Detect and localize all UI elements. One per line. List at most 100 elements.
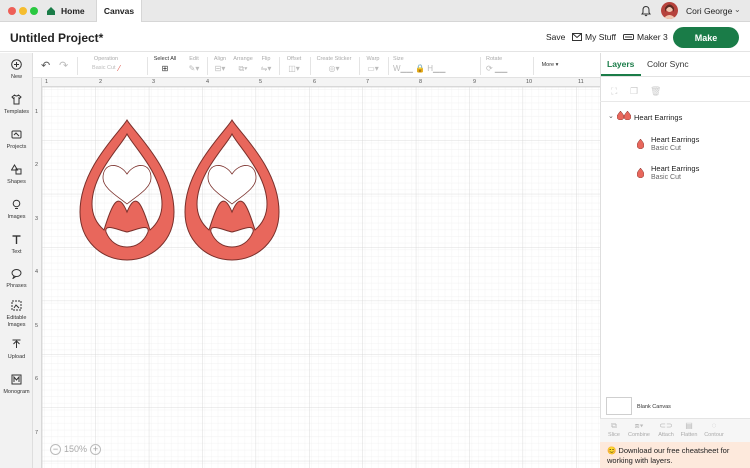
layer-type: Basic Cut	[651, 174, 681, 181]
flatten-label: Flatten	[680, 432, 698, 438]
tab-layers[interactable]: Layers	[607, 59, 634, 69]
chevron-down-icon[interactable]: ⌄	[608, 112, 614, 120]
undo-icon[interactable]: ↶	[41, 59, 50, 72]
layer-group-name[interactable]: Heart Earrings	[634, 113, 682, 122]
ruler-horizontal: 1 2 3 4 5 6 7 8 9 10 11	[33, 78, 600, 87]
ruler-mark: 4	[206, 79, 210, 85]
attach-label: Attach	[658, 432, 674, 438]
more-label: More	[541, 62, 555, 68]
shapes-icon	[10, 164, 22, 175]
sidebar-item-label: Projects	[6, 144, 27, 150]
user-name[interactable]: Cori George	[686, 6, 732, 16]
chevron-down-icon[interactable]: ⌄	[734, 5, 741, 14]
ruler-mark: 3	[152, 79, 156, 85]
warp-button[interactable]: Warp ▭▾	[363, 56, 383, 73]
pen-icon: ⁄	[118, 64, 120, 73]
maximize-window-button[interactable]	[30, 7, 38, 15]
align-button[interactable]: Align ⊟▾	[210, 56, 230, 73]
size-label: Size	[393, 56, 404, 62]
save-button[interactable]: Save	[546, 32, 565, 42]
contour-label: Contour	[704, 432, 724, 438]
select-all-icon: ⊞	[161, 64, 169, 73]
blank-canvas-swatch[interactable]	[606, 397, 632, 415]
ruler-mark: 6	[35, 376, 39, 382]
avatar[interactable]	[661, 2, 678, 19]
zoom-out-button[interactable]: −	[50, 443, 61, 455]
cheatsheet-banner-text[interactable]: 😊 Download our free cheatsheet for worki…	[607, 446, 747, 466]
tab-canvas[interactable]: Canvas	[96, 0, 142, 22]
ruler-mark: 7	[366, 79, 370, 85]
offset-button[interactable]: Offset ◫▾	[283, 56, 305, 73]
earring-left[interactable]	[79, 119, 175, 261]
home-icon	[47, 7, 55, 15]
edit-label: Edit	[189, 56, 199, 62]
ruler-mark: 1	[45, 79, 49, 85]
edit-button[interactable]: Edit ✎▾	[183, 56, 205, 73]
tab-home[interactable]: Home	[46, 0, 96, 22]
combine-button[interactable]: ⧈▾ Combine	[627, 421, 651, 438]
zoom-in-button[interactable]: +	[90, 443, 102, 455]
sidebar-item-shapes[interactable]: Shapes	[0, 164, 33, 185]
tab-color-sync[interactable]: Color Sync	[647, 59, 689, 69]
align-icon: ⊟▾	[214, 64, 226, 73]
project-header: Untitled Project* Save My Stuff Maker 3 …	[0, 22, 750, 52]
design-canvas[interactable]	[33, 78, 600, 468]
flip-icon: ⇋▾	[260, 64, 272, 73]
delete-icon[interactable]: 🗑	[650, 86, 661, 97]
layer-name[interactable]: Heart Earrings	[651, 135, 699, 144]
sidebar-item-label: Text	[11, 249, 22, 255]
sidebar-item-monogram[interactable]: Monogram	[0, 374, 33, 395]
rotate-controls[interactable]: Rotate ⟳ ▁▁	[486, 56, 518, 73]
sidebar-item-editable-images[interactable]: Editable Images	[0, 300, 33, 329]
flatten-button[interactable]: ▤ Flatten	[677, 421, 701, 438]
sidebar-item-text[interactable]: Text	[0, 234, 33, 255]
bell-icon[interactable]	[640, 5, 652, 17]
sidebar-item-images[interactable]: Images	[0, 199, 33, 220]
editable-image-icon	[11, 300, 22, 311]
operation-label: Operation	[93, 56, 119, 62]
shirt-icon	[11, 94, 22, 105]
offset-icon: ◫▾	[288, 64, 300, 73]
attach-icon: ⊂⊃	[659, 421, 673, 430]
sidebar-item-upload[interactable]: Upload	[0, 339, 33, 360]
sidebar-item-label: Shapes	[7, 179, 26, 185]
my-stuff-label: My Stuff	[585, 32, 617, 42]
my-stuff-button[interactable]: My Stuff	[572, 32, 616, 42]
ruler-mark: 10	[526, 79, 533, 85]
size-controls[interactable]: Size W▁▁ 🔒 H▁▁	[393, 56, 451, 73]
operation-dropdown[interactable]: Operation Basic Cut ⁄	[83, 56, 129, 73]
duplicate-icon[interactable]: ❐	[630, 86, 638, 97]
create-sticker-button[interactable]: Create Sticker ◎▾	[314, 56, 354, 73]
make-button[interactable]: Make	[673, 27, 739, 48]
sidebar-item-phrases[interactable]: Phrases	[0, 268, 33, 289]
contour-button[interactable]: ◌ Contour	[702, 421, 726, 438]
zoom-level: 150%	[64, 444, 88, 454]
sidebar-item-label: Monogram	[3, 389, 30, 395]
machine-selector[interactable]: Maker 3	[623, 32, 668, 42]
ruler-mark: 9	[473, 79, 477, 85]
attach-button[interactable]: ⊂⊃ Attach	[654, 421, 678, 438]
arrange-button[interactable]: Arrange ⧉▾	[232, 56, 254, 73]
group-icon[interactable]: ⛶	[611, 86, 617, 97]
sidebar-item-projects[interactable]: Projects	[0, 129, 33, 150]
slice-label: Slice	[608, 432, 620, 438]
minimize-window-button[interactable]	[19, 7, 27, 15]
sidebar-item-templates[interactable]: Templates	[0, 94, 33, 115]
layer-thumbnail	[637, 139, 644, 149]
warp-label: Warp	[366, 56, 380, 62]
close-window-button[interactable]	[8, 7, 16, 15]
arrange-icon: ⧉▾	[238, 64, 248, 73]
more-button[interactable]: More ▾	[538, 62, 562, 68]
flip-button[interactable]: Flip ⇋▾	[257, 56, 275, 73]
upload-icon	[12, 339, 21, 348]
select-all-button[interactable]: Select All ⊞	[151, 56, 179, 73]
earring-right[interactable]	[184, 119, 280, 261]
redo-icon[interactable]: ↷	[59, 59, 68, 72]
project-title[interactable]: Untitled Project*	[10, 31, 103, 45]
edit-toolbar: ↶ ↷ Operation Basic Cut ⁄ Select All ⊞ E…	[33, 53, 600, 78]
machine-label: Maker 3	[637, 32, 668, 42]
slice-button[interactable]: ⧉ Slice	[602, 421, 626, 438]
rotate-label: Rotate	[486, 56, 503, 62]
layer-name[interactable]: Heart Earrings	[651, 164, 699, 173]
sidebar-item-new[interactable]: New	[0, 59, 33, 80]
